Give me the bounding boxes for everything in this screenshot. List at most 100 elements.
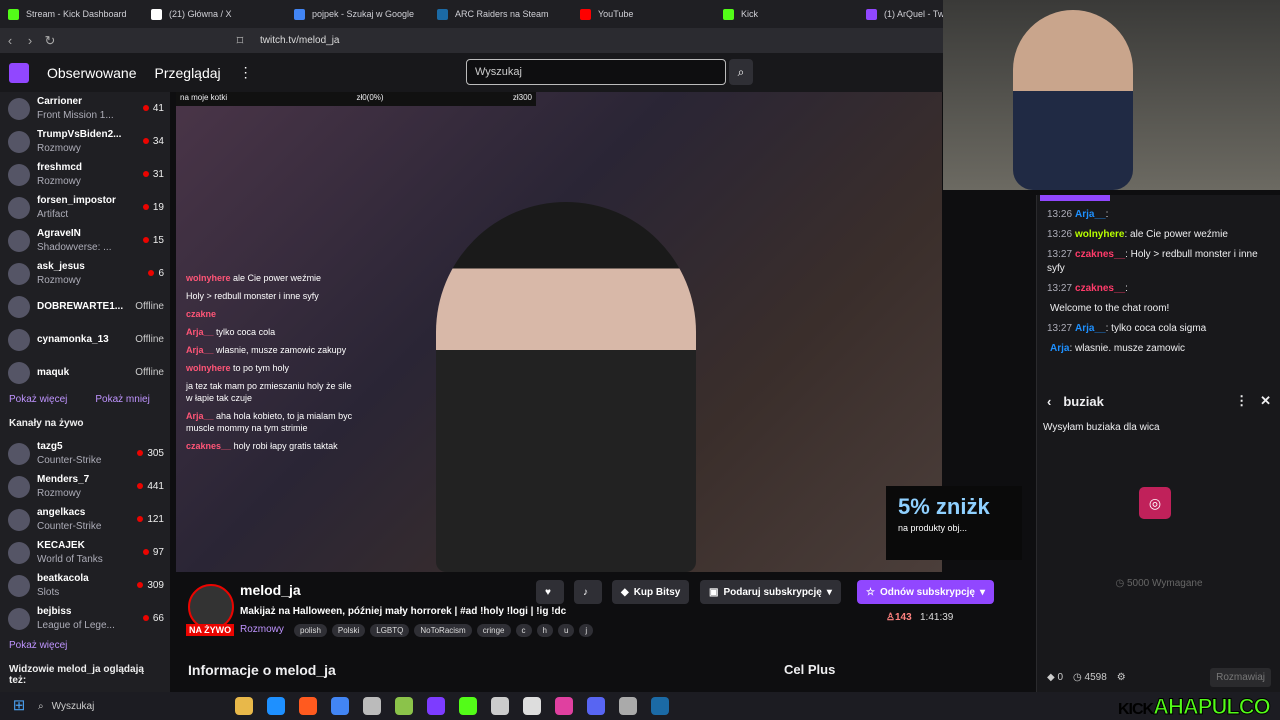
browser-tab[interactable]: pojpek - Szukaj w Google bbox=[286, 0, 429, 28]
viewer-count-value: 34 bbox=[152, 136, 164, 147]
taskbar-icons bbox=[228, 697, 676, 715]
settings-icon[interactable]: ⚙ bbox=[1117, 672, 1126, 683]
sidebar-channel[interactable]: cynamonka_13 Offline bbox=[0, 323, 170, 356]
chat-username[interactable]: czaknes__ bbox=[1075, 249, 1125, 260]
stream-tag[interactable]: NoToRacism bbox=[414, 624, 472, 637]
show-more-link[interactable]: Pokaż więcej bbox=[9, 394, 67, 405]
promo-small: na produkty obj... bbox=[898, 523, 968, 533]
taskbar-search[interactable]: ⌕ Wyszukaj bbox=[38, 701, 228, 712]
channel-game: Rozmowy bbox=[37, 275, 81, 286]
overlay-chat-user: czakne bbox=[186, 309, 217, 319]
windows-start-icon[interactable]: ⊞ bbox=[10, 697, 28, 715]
file-explorer-icon[interactable] bbox=[235, 697, 253, 715]
chat-send-button[interactable]: Rozmawiaj bbox=[1210, 668, 1271, 687]
stream-tag[interactable]: cringe bbox=[476, 624, 511, 637]
browser-tab[interactable]: ARC Raiders na Steam bbox=[429, 0, 572, 28]
gift-icon: ▣ bbox=[709, 586, 719, 598]
sidebar-channel[interactable]: Carrioner Front Mission 1... 41 bbox=[0, 92, 170, 125]
stream-tag[interactable]: polish bbox=[294, 624, 327, 637]
popup-back-icon[interactable]: ‹ bbox=[1047, 394, 1051, 409]
bookmark-icon[interactable]: ⌑ bbox=[230, 33, 250, 49]
chat-username[interactable]: Arja__ bbox=[1075, 209, 1106, 220]
chat-panel: 13:26 Arja__: 13:26 wolnyhere: ale Cie powe… bbox=[1036, 195, 1280, 692]
sidebar-channel[interactable]: ask_jesus Rozmowy 6 bbox=[0, 257, 170, 290]
edge-icon[interactable] bbox=[267, 697, 285, 715]
channel-name-block: DOBREWARTE1... bbox=[37, 301, 135, 312]
avatar bbox=[8, 295, 30, 318]
app-icon-5[interactable] bbox=[491, 697, 509, 715]
sidebar-channel[interactable]: tazg5 Counter-Strike 305 bbox=[0, 437, 170, 470]
stream-tag[interactable]: h bbox=[536, 624, 553, 637]
gift-sub-button[interactable]: ▣ Podaruj subskrypcję ▾ bbox=[700, 580, 841, 604]
forward-icon[interactable]: › bbox=[20, 33, 40, 48]
stream-tag[interactable]: u bbox=[557, 624, 575, 637]
bits-count[interactable]: ◆ 0 bbox=[1047, 672, 1063, 683]
notification-bell-icon[interactable]: ♪ bbox=[574, 580, 602, 604]
popup-menu-icon[interactable]: ⋮ bbox=[1235, 393, 1248, 409]
sidebar-channel[interactable]: TrumpVsBiden2... Rozmowy 34 bbox=[0, 125, 170, 158]
goal-current: zł0(0%) bbox=[356, 93, 384, 102]
nav-followed[interactable]: Obserwowane bbox=[47, 65, 137, 81]
sidebar-channel[interactable]: angelkacs Counter-Strike 121 bbox=[0, 503, 170, 536]
viewer-count: 6 bbox=[136, 268, 164, 279]
sidebar-channel[interactable]: bejbiss League of Lege... 66 bbox=[0, 602, 170, 635]
steam-icon[interactable] bbox=[651, 697, 669, 715]
search-icon[interactable]: ⌕ bbox=[729, 59, 753, 85]
twitch-logo-icon[interactable] bbox=[9, 62, 29, 83]
stream-tag[interactable]: LGBTQ bbox=[370, 624, 410, 637]
settings-icon-2[interactable] bbox=[523, 697, 541, 715]
search-input[interactable]: Wyszukaj bbox=[466, 59, 726, 85]
reward-icon[interactable]: ◎ bbox=[1139, 487, 1171, 519]
reload-icon[interactable]: ↻ bbox=[40, 33, 60, 49]
browser-tab[interactable]: YouTube bbox=[572, 0, 715, 28]
app-icon-4[interactable] bbox=[459, 697, 477, 715]
app-icon[interactable] bbox=[363, 697, 381, 715]
sidebar-channel[interactable]: maquk Offline bbox=[0, 356, 170, 389]
nav-browse[interactable]: Przeglądaj bbox=[155, 65, 221, 81]
more-menu-icon[interactable]: ⋮ bbox=[239, 64, 253, 81]
discord-icon[interactable] bbox=[587, 697, 605, 715]
back-icon[interactable]: ‹ bbox=[0, 33, 20, 48]
sidebar-channel[interactable]: KECAJEK World of Tanks 97 bbox=[0, 536, 170, 569]
popup-close-icon[interactable]: ✕ bbox=[1260, 393, 1271, 409]
stream-category[interactable]: Rozmowy bbox=[240, 624, 284, 635]
browser-tab[interactable]: (21) Główna / X bbox=[143, 0, 286, 28]
chrome-icon[interactable] bbox=[331, 697, 349, 715]
browser-tab[interactable]: Stream - Kick Dashboard bbox=[0, 0, 143, 28]
stream-tag[interactable]: j bbox=[579, 624, 594, 637]
url-field[interactable]: twitch.tv/melod_ja bbox=[260, 35, 339, 46]
viewer-count-value: 441 bbox=[147, 481, 164, 492]
chat-username[interactable]: Arja__ bbox=[1075, 323, 1106, 334]
chat-username[interactable]: czaknes__ bbox=[1075, 283, 1125, 294]
renew-sub-button[interactable]: ☆ Odnów subskrypcję ▾ bbox=[857, 580, 995, 604]
kick-icon bbox=[723, 8, 734, 20]
bits-button[interactable]: ◆ Kup Bitsy bbox=[612, 580, 690, 604]
browser-tab[interactable]: Kick bbox=[715, 0, 858, 28]
stream-tag[interactable]: Polski bbox=[331, 624, 366, 637]
follow-heart-icon[interactable]: ♥ bbox=[536, 580, 564, 604]
video-player[interactable]: na moje kotki zł0(0%) zł300 wolnyhere al… bbox=[176, 92, 1022, 572]
app-icon-3[interactable] bbox=[427, 697, 445, 715]
viewer-count: 31 bbox=[136, 169, 164, 180]
channel-points[interactable]: ◷ 4598 bbox=[1073, 672, 1107, 683]
stream-tag[interactable]: c bbox=[515, 624, 532, 637]
app-icon-6[interactable] bbox=[555, 697, 573, 715]
streamer-name[interactable]: melod_ja bbox=[240, 582, 301, 598]
show-less-link[interactable]: Pokaż mniej bbox=[95, 394, 149, 405]
sidebar-channel[interactable]: freshmcd Rozmowy 31 bbox=[0, 158, 170, 191]
channel-game: League of Lege... bbox=[37, 620, 115, 631]
brave-icon[interactable] bbox=[299, 697, 317, 715]
app-icon-7[interactable] bbox=[619, 697, 637, 715]
sidebar-channel[interactable]: DOBREWARTE1... Offline bbox=[0, 290, 170, 323]
chat-username[interactable]: wolnyhere bbox=[1075, 229, 1124, 240]
sidebar-channel[interactable]: forsen_impostor Artifact 19 bbox=[0, 191, 170, 224]
app-icon-2[interactable] bbox=[395, 697, 413, 715]
sidebar-channel[interactable]: Menders_7 Rozmowy 441 bbox=[0, 470, 170, 503]
sidebar-channel[interactable]: beatkacola Slots 309 bbox=[0, 569, 170, 602]
show-more-link-2[interactable]: Pokaż więcej bbox=[9, 640, 67, 651]
reward-required[interactable]: ◷ 5000 Wymagane bbox=[1099, 578, 1219, 589]
kick-icon bbox=[8, 8, 19, 20]
chat-username[interactable]: Arja bbox=[1050, 343, 1069, 354]
tab-label: Stream - Kick Dashboard bbox=[26, 9, 127, 19]
sidebar-channel[interactable]: AgraveIN Shadowverse: ... 15 bbox=[0, 224, 170, 257]
